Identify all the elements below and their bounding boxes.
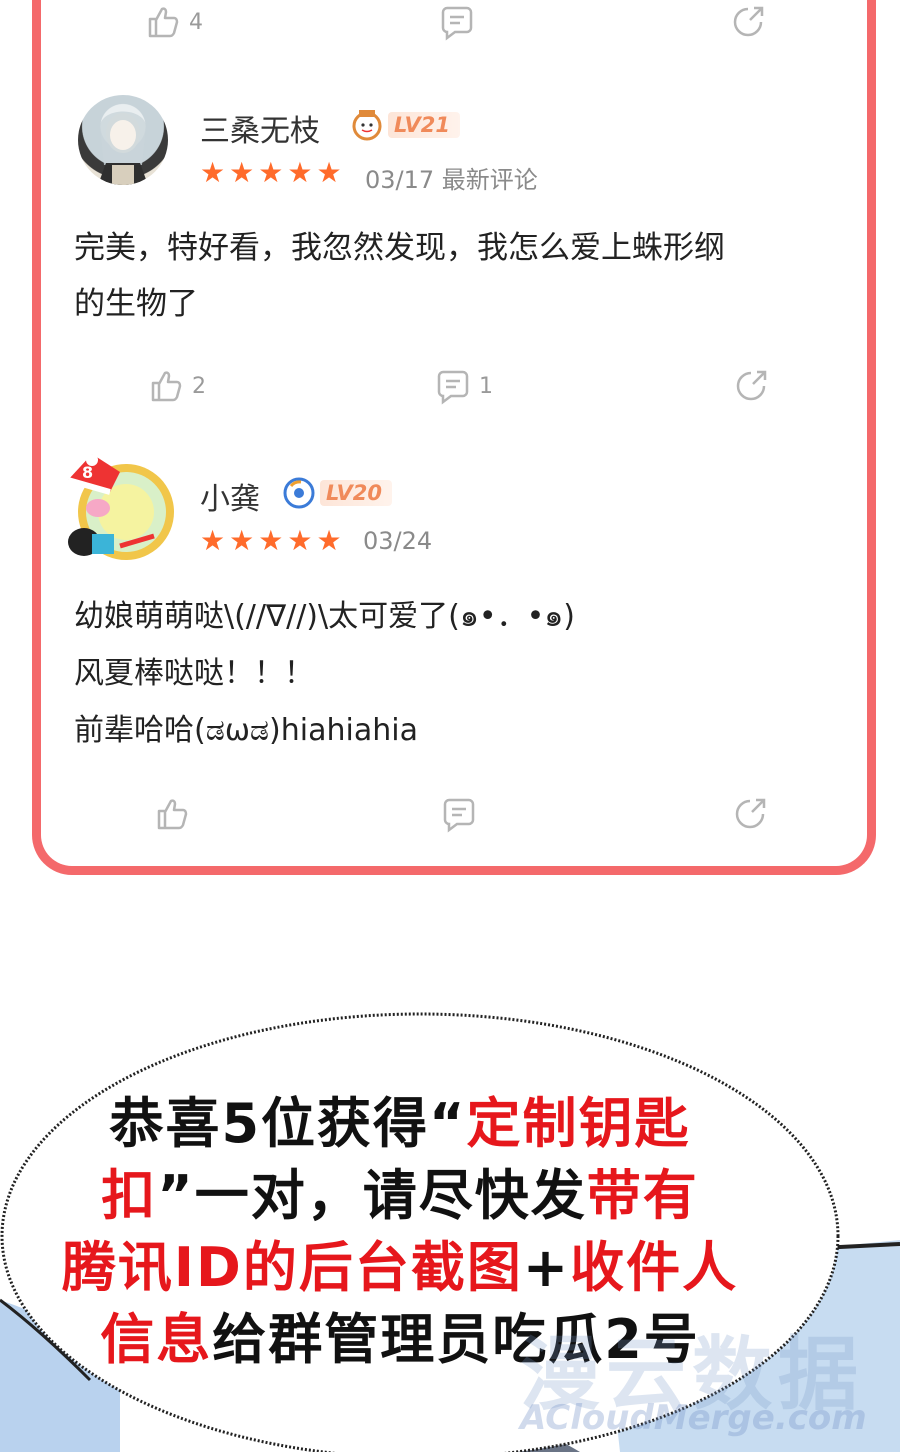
like-icon [151,371,182,402]
announcement-highlight: 带有 [586,1164,699,1227]
like-icon [148,7,179,38]
share-button[interactable] [728,2,768,42]
star-icon: ★ [200,524,226,557]
star-icon: ★ [316,156,342,189]
star-icon: ★ [287,524,313,557]
like-button[interactable]: 4 [143,2,203,42]
action-row: 4 [0,2,900,52]
announcement-highlight: 收件人 [570,1236,739,1299]
share-icon [735,798,766,829]
avatar[interactable]: 8 [62,450,176,564]
announcement-segment: 恭喜5位获得“ [109,1092,467,1155]
snowman-icon [352,110,382,141]
like-icon [157,799,188,830]
username[interactable]: 小龚 [200,474,260,518]
level-text: LV20 [320,480,392,506]
announcement-line: 恭喜5位获得“定制钥匙 [40,1088,760,1160]
comment-button[interactable] [439,794,479,834]
announcement-highlight: 扣 [101,1164,158,1227]
announcement-highlight: 腾讯ID的后台截图 [61,1236,523,1299]
rating-stars: ★ ★ ★ ★ ★ [200,159,342,187]
comment-text: 幼娘萌萌哒\(//∇//)\太可爱了(๑•．•๑) 风夏棒哒哒！！！ 前辈哈哈(… [74,599,576,748]
announcement-segment: + [522,1236,571,1299]
level-badge: LV20 [282,476,392,510]
disc-icon [283,477,315,509]
comment-icon [441,6,473,41]
star-icon: ★ [229,524,255,557]
rating-stars: ★ ★ ★ ★ ★ [200,527,342,555]
share-icon [733,6,764,37]
like-button[interactable]: 2 [146,366,206,406]
star-icon: ★ [258,156,284,189]
comment-date: 03/17 最新评论 [365,166,538,194]
announcement-highlight: 定制钥匙 [466,1092,691,1155]
announcement-segment: ”一对，请尽快发 [157,1164,587,1227]
comment-date: 03/24 [363,527,433,555]
action-row [0,794,900,844]
avatar[interactable] [78,95,168,185]
announcement-highlight: 信息 [100,1308,213,1371]
level-badge: LV21 [350,108,460,142]
share-button[interactable] [730,794,770,834]
share-button[interactable] [731,366,771,406]
like-button[interactable] [152,794,192,834]
reply-count: 1 [479,373,493,399]
action-row: 2 1 [0,366,900,416]
svg-text:8: 8 [82,463,93,482]
star-icon: ★ [316,524,342,557]
level-text: LV21 [388,112,460,138]
username[interactable]: 三桑无枝 [200,106,320,150]
star-icon: ★ [229,156,255,189]
watermark-url: ACloudMerge.com [520,1398,867,1438]
star-icon: ★ [287,156,313,189]
comment-icon [437,370,469,405]
like-count: 2 [192,373,206,399]
announcement-line: 腾讯ID的后台截图+收件人 [40,1232,760,1304]
announcement-line: 扣”一对，请尽快发带有 [40,1160,760,1232]
like-count: 4 [189,9,203,35]
star-icon: ★ [200,156,226,189]
comment-button[interactable] [437,2,477,42]
share-icon [736,370,767,401]
comment-text: 完美，特好看，我忽然发现，我怎么爱上蛛形纲 的生物了 [74,230,725,322]
star-icon: ★ [258,524,284,557]
comment-icon [443,798,475,833]
comment-button[interactable]: 1 [433,366,493,406]
